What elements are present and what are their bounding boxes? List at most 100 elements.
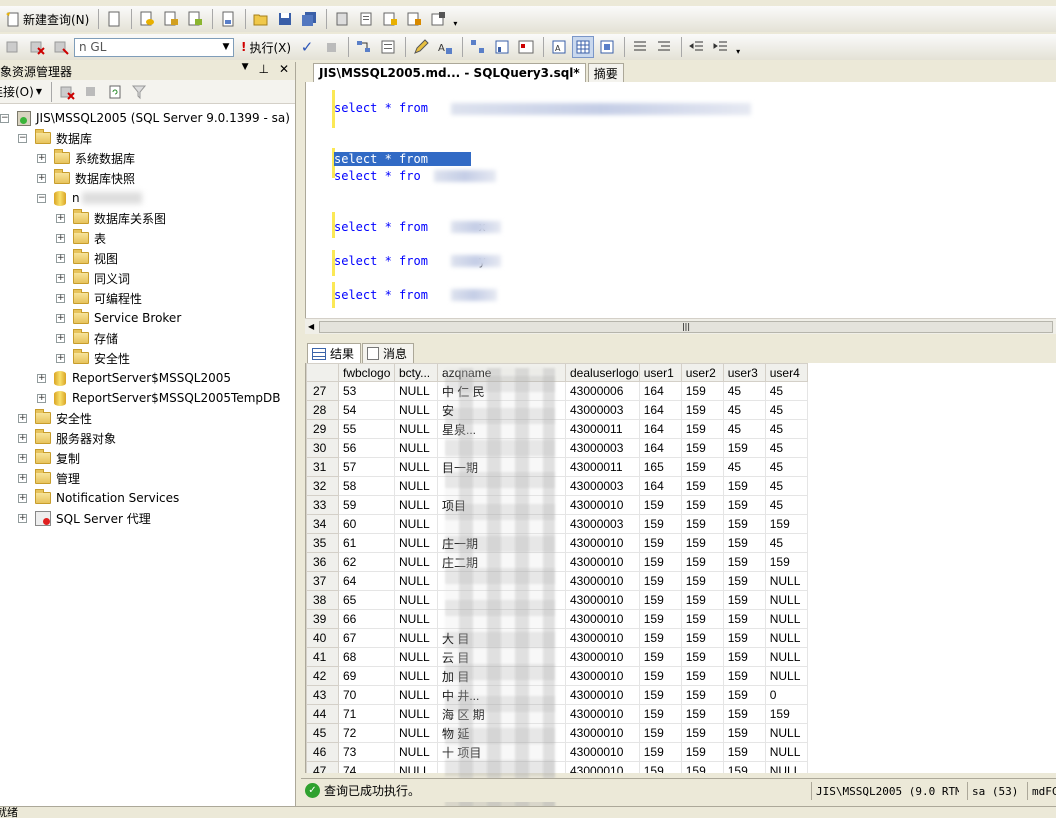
table-cell[interactable]: 71	[338, 704, 395, 724]
table-cell[interactable]: NULL	[394, 647, 438, 667]
row-number[interactable]: 33	[306, 495, 339, 515]
table-cell[interactable]: 159	[638, 666, 682, 686]
table-cell[interactable]: 项目	[437, 495, 566, 515]
table-cell[interactable]: 43000010	[565, 685, 640, 705]
table-cell[interactable]: 159	[722, 666, 766, 686]
row-number[interactable]: 30	[306, 438, 339, 458]
table-cell[interactable]: 159	[680, 590, 724, 610]
table-cell[interactable]: 73	[338, 742, 395, 762]
collapse-icon[interactable]: −	[37, 193, 46, 203]
table-cell[interactable]: 43000010	[565, 704, 640, 724]
table-row[interactable]: 30 56 NULL 43000003 164 159 159 45	[306, 438, 808, 458]
table-cell[interactable]: NULL	[394, 609, 438, 629]
table-cell[interactable]: 159	[638, 552, 682, 572]
table-cell[interactable]: 159	[722, 704, 766, 724]
table-cell[interactable]: 159	[722, 609, 766, 629]
table-cell[interactable]: NULL	[394, 723, 438, 743]
table-cell[interactable]: 159	[680, 628, 724, 648]
table-cell[interactable]: 45	[764, 419, 808, 439]
row-number[interactable]: 41	[306, 647, 339, 667]
table-cell[interactable]: 58	[338, 476, 395, 496]
row-number[interactable]: 31	[306, 457, 339, 477]
table-cell[interactable]: 56	[338, 438, 395, 458]
table-row[interactable]: 45 72 NULL 物 延 43000010 159 159 159 NULL	[306, 723, 808, 743]
table-row[interactable]: 33 59 NULL 项目 43000010 159 159 159 45	[306, 495, 808, 515]
table-cell[interactable]: 159	[722, 438, 766, 458]
expand-icon[interactable]: +	[37, 393, 46, 403]
table-cell[interactable]: 43000010	[565, 571, 640, 591]
table-cell[interactable]: 159	[722, 647, 766, 667]
tree-node[interactable]: + Notification Services	[0, 488, 295, 508]
table-cell[interactable]: 星泉...	[437, 419, 566, 439]
table-cell[interactable]: 43000011	[565, 457, 640, 477]
table-cell[interactable]: 55	[338, 419, 395, 439]
table-cell[interactable]: 159	[680, 704, 724, 724]
table-cell[interactable]: 物 延	[437, 723, 566, 743]
table-cell[interactable]: 159	[680, 723, 724, 743]
row-number[interactable]: 47	[306, 761, 339, 773]
table-cell[interactable]: 159	[680, 609, 724, 629]
properties-button[interactable]	[427, 8, 449, 30]
table-cell[interactable]: NULL	[764, 647, 808, 667]
table-cell[interactable]	[437, 590, 566, 610]
tree-node[interactable]: + 复制	[0, 448, 295, 468]
query-editor[interactable]: select * from select * from select * fro…	[305, 82, 1056, 318]
table-cell[interactable]: 159	[638, 590, 682, 610]
tree-node[interactable]: + 数据库快照	[0, 168, 295, 188]
results-grid[interactable]: fwbclogo bcty... azqname dealuserlogo user1 u…	[305, 363, 1056, 773]
object-explorer-button[interactable]	[355, 8, 377, 30]
table-cell[interactable]: 159	[638, 533, 682, 553]
collapse-icon[interactable]: −	[0, 113, 9, 123]
table-cell[interactable]: 十 项目	[437, 742, 566, 762]
table-cell[interactable]: 164	[638, 400, 682, 420]
table-cell[interactable]: 目一期	[437, 457, 566, 477]
table-cell[interactable]: 43000010	[565, 647, 640, 667]
table-cell[interactable]: NULL	[764, 628, 808, 648]
design-query-button[interactable]	[410, 36, 432, 58]
table-cell[interactable]: 159	[680, 647, 724, 667]
table-cell[interactable]: 加 目	[437, 666, 566, 686]
tree-node[interactable]: + 同义词	[0, 268, 295, 288]
expand-icon[interactable]: +	[56, 313, 65, 323]
table-cell[interactable]: 159	[638, 685, 682, 705]
table-cell[interactable]: 159	[722, 628, 766, 648]
sqlcmd-mode-button[interactable]	[515, 36, 537, 58]
specify-template-values-button[interactable]: A	[434, 36, 456, 58]
expand-icon[interactable]: +	[37, 373, 46, 383]
table-cell[interactable]	[437, 761, 566, 773]
expand-icon[interactable]: +	[18, 453, 27, 463]
tab-messages[interactable]: 消息	[362, 343, 415, 363]
table-cell[interactable]: 159	[638, 609, 682, 629]
column-header[interactable]: azqname	[437, 363, 566, 382]
table-cell[interactable]: 43000003	[565, 514, 640, 534]
table-cell[interactable]: 43000003	[565, 438, 640, 458]
table-cell[interactable]: 45	[764, 476, 808, 496]
table-cell[interactable]: 43000003	[565, 476, 640, 496]
table-cell[interactable]: 159	[722, 552, 766, 572]
expand-icon[interactable]: +	[56, 273, 65, 283]
row-number[interactable]: 35	[306, 533, 339, 553]
close-icon[interactable]: ✕	[279, 62, 289, 76]
table-cell[interactable]: 43000010	[565, 723, 640, 743]
tree-node[interactable]: + 系统数据库	[0, 148, 295, 168]
new-file-button[interactable]	[103, 8, 125, 30]
table-cell[interactable]: 164	[638, 419, 682, 439]
row-number[interactable]: 44	[306, 704, 339, 724]
table-cell[interactable]: 45	[764, 457, 808, 477]
table-cell[interactable]: 164	[638, 438, 682, 458]
table-cell[interactable]: NULL	[394, 533, 438, 553]
table-cell[interactable]: NULL	[764, 723, 808, 743]
table-cell[interactable]: 45	[764, 438, 808, 458]
dropdown-icon[interactable]: ▼	[242, 62, 249, 76]
results-to-grid-button[interactable]	[572, 36, 595, 58]
table-cell[interactable]: 159	[638, 742, 682, 762]
row-number[interactable]: 40	[306, 628, 339, 648]
table-cell[interactable]: 159	[680, 438, 724, 458]
table-cell[interactable]: 43000003	[565, 400, 640, 420]
table-cell[interactable]: 159	[722, 495, 766, 515]
results-to-file-button[interactable]	[596, 36, 618, 58]
table-cell[interactable]: NULL	[764, 571, 808, 591]
table-cell[interactable]: 43000010	[565, 552, 640, 572]
table-cell[interactable]: 53	[338, 381, 395, 401]
table-cell[interactable]: 57	[338, 457, 395, 477]
